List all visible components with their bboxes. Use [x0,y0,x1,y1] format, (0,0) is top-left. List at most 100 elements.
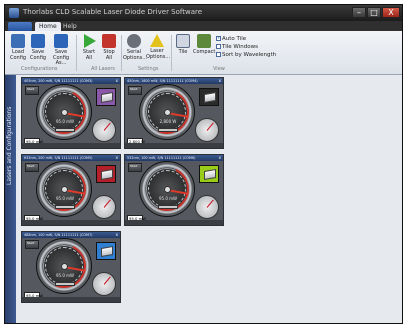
maximize-button[interactable]: □ [367,7,381,18]
laser-panel[interactable]: 488nm, 100 mW, S/N 11111111 (COM7) x 95.0… [21,231,121,303]
gauge-readout: 95.0 mW [55,273,75,278]
subgauge-needle [206,199,214,208]
stop-all-button[interactable]: Stop All [99,34,119,61]
close-icon[interactable]: x [116,155,118,161]
play-icon [84,34,96,48]
tab-help[interactable]: Help [59,22,81,31]
app-icon [9,8,19,18]
tab-home[interactable]: Home [35,22,61,31]
panel-title: 405nm, 200 mW, S/N 11111111 (COM3) [22,78,120,84]
device-icon [101,245,113,258]
sidebar-label: Lasers and Configurations [6,106,13,185]
close-icon[interactable]: x [116,78,118,84]
laser-module-icon [96,242,116,260]
tile-icon [176,34,190,48]
group-separator [171,35,172,71]
power-gauge: 95.0 mW [35,83,93,141]
ribbon: Load Config Save Config Save Config As..… [5,31,402,75]
save-config-icon [31,34,45,48]
laser-module-icon [96,88,116,106]
laser-start-button[interactable]: Start [25,86,39,95]
stop-icon [102,34,116,48]
serial-options-label: Serial Options... [123,49,148,61]
checkbox-checked-icon: ✓ [216,35,222,41]
application-menu-button[interactable] [8,22,32,31]
laser-start-button[interactable]: Start [128,86,142,95]
group-separator [121,35,122,71]
device-icon [101,168,113,181]
save-config-button[interactable]: Save Config [28,34,48,61]
group-label-view: View [213,66,225,72]
temperature-gauge [92,272,116,296]
power-gauge: 95.0 mW [35,237,93,295]
device-icon [204,168,216,181]
temperature-gauge [195,195,219,219]
gauge-hub [164,186,171,193]
tile-windows-checkbox[interactable]: Tile Windows [216,44,258,50]
title-bar: Thorlabs CLD Scalable Laser Diode Driver… [5,5,402,21]
laser-start-button[interactable]: Start [25,163,39,172]
laser-module-icon [199,88,219,106]
close-icon[interactable]: x [219,155,221,161]
laser-start-button[interactable]: Start [25,240,39,249]
close-icon[interactable]: x [116,232,118,238]
gauge-readout: 95.0 mW [158,196,178,201]
save-config-as-button[interactable]: Save Config As... [49,34,73,67]
laser-module-icon [96,165,116,183]
serial-options-button[interactable]: Serial Options... [123,34,148,61]
close-button[interactable]: X [382,7,400,18]
compact-icon [197,34,211,48]
gauge-readout: 2,800 W [159,119,177,124]
close-icon[interactable]: x [219,78,221,84]
compact-button[interactable]: Compact [193,34,215,56]
panel-footer [22,220,120,225]
save-config-as-icon [54,34,68,48]
panel-title: 488nm, 100 mW, S/N 11111111 (COM7) [22,232,120,238]
power-gauge: 2,800 W [138,83,196,141]
workspace: 405nm, 200 mW, S/N 11111111 (COM3) x 95.0… [16,75,402,323]
load-config-icon [11,34,25,48]
gauge-lcd [158,128,178,132]
gauge-hub [61,186,68,193]
laser-panel[interactable]: 450nm, 1600 mW, S/N 11111111 (COM4) x 2,8… [124,77,224,149]
tile-button[interactable]: Tile [173,34,193,56]
sidebar[interactable]: Lasers and Configurations [5,75,16,323]
laser-start-button[interactable]: Start [128,163,142,172]
gauge-hub [61,109,68,116]
device-icon [101,91,113,104]
compact-label: Compact [193,49,216,55]
gauge-lcd [158,205,178,209]
gauge-hub [164,109,171,116]
laser-panel[interactable]: 532nm, 100 mW, S/N 11111111 (COM6) x 95.0… [124,154,224,226]
subgauge-needle [206,122,214,131]
laser-options-label: Laser Options... [146,48,171,60]
ribbon-tab-bar: Home Help [5,21,402,31]
save-config-label: Save Config [29,49,47,61]
gauge-readout: 95.0 mW [55,119,75,124]
laser-panel[interactable]: 635nm, 200 mW, S/N 11111111 (COM5) x 95.0… [21,154,121,226]
load-config-label: Load Config [9,49,27,61]
power-gauge: 95.0 mW [35,160,93,218]
sort-by-wavelength-checkbox[interactable]: Sort by Wavelength [216,52,276,58]
checkbox-icon [216,52,221,57]
auto-tile-checkbox[interactable]: ✓Auto Tile [216,36,246,42]
laser-panel[interactable]: 405nm, 200 mW, S/N 11111111 (COM3) x 95.0… [21,77,121,149]
load-config-button[interactable]: Load Config [8,34,28,61]
gauge-lcd [55,205,75,209]
gauge-lcd [55,282,75,286]
group-label-settings: Settings [138,66,159,72]
subgauge-needle [103,276,111,285]
start-all-button[interactable]: Start All [79,34,99,61]
minimize-button[interactable]: – [352,7,366,18]
laser-options-button[interactable]: Laser Options... [146,34,171,60]
panel-title: 450nm, 1600 mW, S/N 11111111 (COM4) [125,78,223,84]
serial-options-icon [127,34,141,48]
app-window: Thorlabs CLD Scalable Laser Diode Driver… [4,4,403,324]
temperature-gauge [92,118,116,142]
sort-by-wavelength-label: Sort by Wavelength [222,52,277,58]
group-separator [76,35,77,71]
panel-footer [22,143,120,148]
temperature-gauge [92,195,116,219]
subgauge-needle [103,199,111,208]
laser-module-icon [199,165,219,183]
